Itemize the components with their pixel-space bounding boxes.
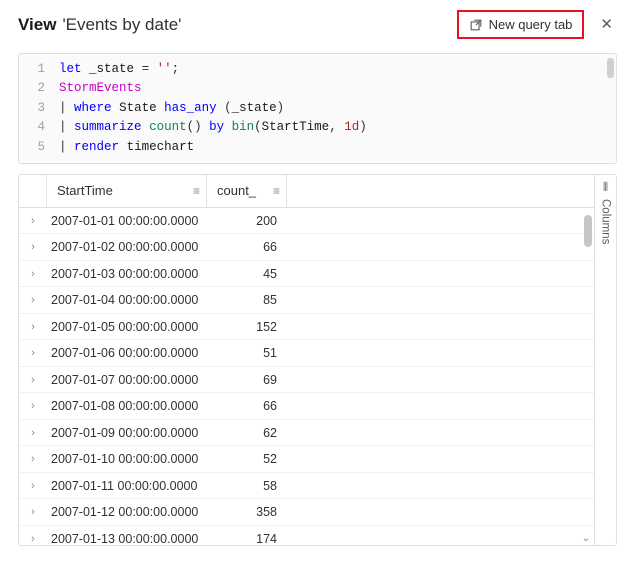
code-line[interactable]: 1let _state = ''; [19, 60, 616, 79]
table-body[interactable]: ›2007-01-01 00:00:00.0000200›2007-01-02 … [19, 208, 594, 545]
cell-count: 58 [207, 479, 287, 493]
line-number: 1 [19, 60, 59, 79]
cell-count: 62 [207, 426, 287, 440]
column-menu-icon[interactable]: ≡ [193, 184, 200, 198]
cell-starttime: 2007-01-10 00:00:00.0000 [47, 452, 207, 466]
code-line[interactable]: 5| render timechart [19, 138, 616, 157]
columns-rail-label: Columns [600, 199, 612, 244]
line-number: 5 [19, 138, 59, 157]
expand-row-icon[interactable]: › [19, 268, 47, 280]
cell-starttime: 2007-01-13 00:00:00.0000 [47, 532, 207, 545]
columns-rail[interactable]: ⦀ Columns [594, 175, 616, 545]
line-number: 4 [19, 118, 59, 137]
cell-starttime: 2007-01-04 00:00:00.0000 [47, 293, 207, 307]
cell-count: 152 [207, 320, 287, 334]
open-in-new-icon [469, 18, 483, 32]
expand-all-column [19, 175, 47, 207]
cell-count: 69 [207, 373, 287, 387]
close-icon: ✕ [600, 16, 613, 33]
results-table-panel: StartTime ≡ count_ ≡ ›2007-01-01 00:00:0… [18, 174, 617, 546]
expand-row-icon[interactable]: › [19, 215, 47, 227]
table-row[interactable]: ›2007-01-08 00:00:00.000066 [19, 393, 594, 420]
expand-row-icon[interactable]: › [19, 506, 47, 518]
code-scrollbar-thumb[interactable] [607, 58, 614, 78]
table-row[interactable]: ›2007-01-10 00:00:00.000052 [19, 446, 594, 473]
expand-row-icon[interactable]: › [19, 294, 47, 306]
expand-row-icon[interactable]: › [19, 321, 47, 333]
cell-starttime: 2007-01-11 00:00:00.0000 [47, 479, 207, 493]
column-header-count[interactable]: count_ ≡ [207, 175, 287, 207]
cell-count: 200 [207, 214, 287, 228]
cell-count: 174 [207, 532, 287, 545]
line-content[interactable]: | where State has_any (_state) [59, 99, 284, 118]
column-header-starttime[interactable]: StartTime ≡ [47, 175, 207, 207]
cell-count: 51 [207, 346, 287, 360]
cell-count: 45 [207, 267, 287, 281]
code-lines[interactable]: 1let _state = '';2StormEvents3| where St… [19, 60, 616, 157]
line-content[interactable]: | render timechart [59, 138, 194, 157]
cell-starttime: 2007-01-12 00:00:00.0000 [47, 505, 207, 519]
table-row[interactable]: ›2007-01-11 00:00:00.000058 [19, 473, 594, 500]
table-header-row: StartTime ≡ count_ ≡ [19, 175, 594, 208]
table-scrollbar-thumb[interactable] [584, 215, 592, 247]
expand-row-icon[interactable]: › [19, 374, 47, 386]
table-row[interactable]: ›2007-01-09 00:00:00.000062 [19, 420, 594, 447]
code-line[interactable]: 2StormEvents [19, 79, 616, 98]
table-row[interactable]: ›2007-01-01 00:00:00.0000200 [19, 208, 594, 235]
cell-starttime: 2007-01-06 00:00:00.0000 [47, 346, 207, 360]
cell-count: 85 [207, 293, 287, 307]
expand-row-icon[interactable]: › [19, 400, 47, 412]
view-label: View [18, 15, 56, 35]
code-line[interactable]: 4| summarize count() by bin(StartTime, 1… [19, 118, 616, 137]
expand-row-icon[interactable]: › [19, 427, 47, 439]
cell-starttime: 2007-01-03 00:00:00.0000 [47, 267, 207, 281]
scroll-down-icon[interactable]: ⌄ [580, 533, 592, 545]
line-content[interactable]: let _state = ''; [59, 60, 179, 79]
table-row[interactable]: ›2007-01-02 00:00:00.000066 [19, 234, 594, 261]
expand-row-icon[interactable]: › [19, 347, 47, 359]
expand-row-icon[interactable]: › [19, 533, 47, 545]
expand-row-icon[interactable]: › [19, 453, 47, 465]
cell-starttime: 2007-01-07 00:00:00.0000 [47, 373, 207, 387]
query-code-panel: 1let _state = '';2StormEvents3| where St… [18, 53, 617, 164]
line-number: 3 [19, 99, 59, 118]
table-row[interactable]: ›2007-01-04 00:00:00.000085 [19, 287, 594, 314]
table-row[interactable]: ›2007-01-06 00:00:00.000051 [19, 340, 594, 367]
cell-count: 358 [207, 505, 287, 519]
column-header-label: count_ [217, 183, 256, 198]
close-button[interactable]: ✕ [590, 11, 617, 38]
new-query-tab-label: New query tab [489, 17, 573, 32]
table-row[interactable]: ›2007-01-05 00:00:00.0000152 [19, 314, 594, 341]
expand-row-icon[interactable]: › [19, 480, 47, 492]
cell-starttime: 2007-01-01 00:00:00.0000 [47, 214, 207, 228]
cell-count: 52 [207, 452, 287, 466]
view-name: 'Events by date' [62, 15, 450, 35]
cell-starttime: 2007-01-08 00:00:00.0000 [47, 399, 207, 413]
cell-count: 66 [207, 399, 287, 413]
table-row[interactable]: ›2007-01-07 00:00:00.000069 [19, 367, 594, 394]
cell-starttime: 2007-01-05 00:00:00.0000 [47, 320, 207, 334]
table-row[interactable]: ›2007-01-12 00:00:00.0000358 [19, 499, 594, 526]
line-number: 2 [19, 79, 59, 98]
panel-header: View 'Events by date' New query tab ✕ [0, 0, 631, 49]
new-query-tab-button[interactable]: New query tab [457, 10, 585, 39]
line-content[interactable]: StormEvents [59, 79, 142, 98]
line-content[interactable]: | summarize count() by bin(StartTime, 1d… [59, 118, 367, 137]
expand-row-icon[interactable]: › [19, 241, 47, 253]
column-header-label: StartTime [57, 183, 113, 198]
cell-starttime: 2007-01-09 00:00:00.0000 [47, 426, 207, 440]
table-row[interactable]: ›2007-01-03 00:00:00.000045 [19, 261, 594, 288]
columns-icon: ⦀ [603, 181, 608, 193]
code-line[interactable]: 3| where State has_any (_state) [19, 99, 616, 118]
column-menu-icon[interactable]: ≡ [273, 184, 280, 198]
cell-count: 66 [207, 240, 287, 254]
cell-starttime: 2007-01-02 00:00:00.0000 [47, 240, 207, 254]
table-row[interactable]: ›2007-01-13 00:00:00.0000174 [19, 526, 594, 545]
